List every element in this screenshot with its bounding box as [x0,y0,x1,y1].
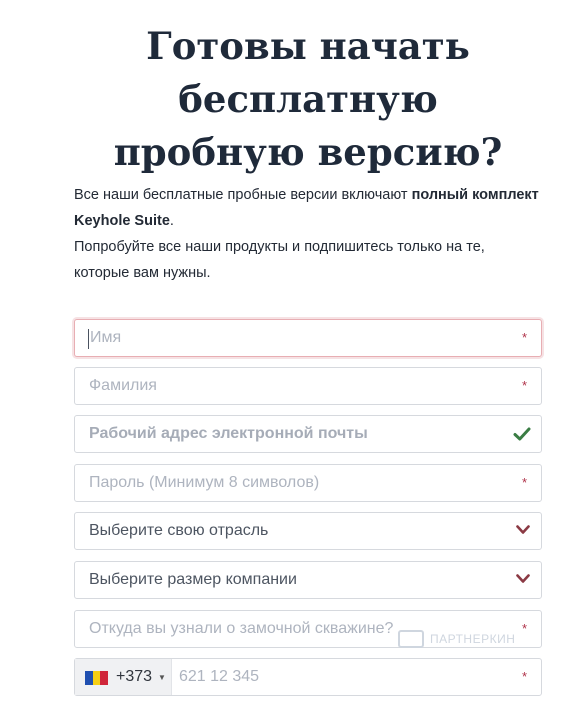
password-placeholder: Пароль (Минимум 8 символов) [89,474,320,491]
phone-field[interactable]: +373 ▼ 621 12 345 * [74,658,542,696]
email-field[interactable]: Рабочий адрес электронной почты [74,415,542,453]
page-title: Готовы начать бесплатную пробную версию? [0,20,588,179]
company-size-select[interactable]: Выберите размер компании [74,561,542,599]
chevron-down-icon [516,525,530,534]
intro-p1-text: Все наши бесплатные пробные версии включ… [74,187,412,203]
check-icon [513,427,531,441]
page-title-line-1: Готовы начать [146,24,470,68]
password-field[interactable]: Пароль (Минимум 8 символов) * [74,464,542,502]
watermark: ПАРТНЕРКИН [398,630,515,648]
required-asterisk: * [521,669,527,684]
required-asterisk: * [521,378,527,393]
page-title-line-2: бесплатную [178,77,438,121]
required-asterisk: * [521,621,527,636]
last-name-field[interactable]: Фамилия * [74,367,542,405]
company-size-select-value: Выберите размер компании [89,571,297,588]
phone-placeholder: 621 12 345 [179,668,260,685]
country-dial-code: +373 [116,668,153,685]
page-title-line-3: пробную версию? [113,130,503,174]
industry-select-value: Выберите свою отрасль [89,522,269,539]
industry-select[interactable]: Выберите свою отрасль [74,512,542,550]
intro-paragraph-2: Попробуйте все наши продукты и подпишите… [74,239,485,281]
required-asterisk: * [521,475,527,490]
first-name-field[interactable]: Имя * [74,319,542,357]
intro-paragraph-1: Все наши бесплатные пробные версии включ… [74,182,544,234]
email-placeholder: Рабочий адрес электронной почты [89,425,368,442]
intro-p1-end: . [169,213,174,229]
intro-text: Все наши бесплатные пробные версии включ… [74,182,544,286]
last-name-placeholder: Фамилия [89,377,157,394]
required-asterisk: * [521,330,527,345]
text-cursor [88,329,89,349]
referral-placeholder: Откуда вы узнали о замочной скважине? [89,620,394,637]
first-name-placeholder: Имя [90,329,122,346]
country-code-select[interactable]: +373 ▼ [75,659,172,695]
chevron-down-icon [516,574,530,583]
moldova-flag-icon [85,671,109,685]
watermark-text: ПАРТНЕРКИН [430,632,516,646]
caret-down-icon: ▼ [158,673,166,682]
chat-bubble-icon [398,630,424,648]
